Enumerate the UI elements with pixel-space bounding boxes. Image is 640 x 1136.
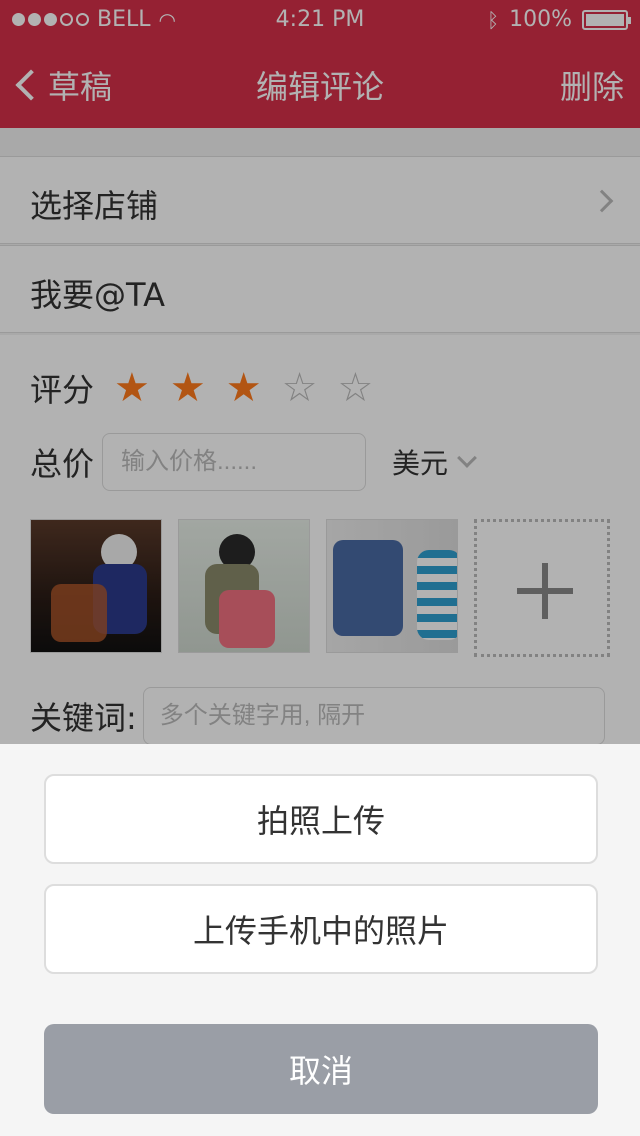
delete-button[interactable]: 删除 — [560, 62, 624, 108]
keywords-row: 关键词: — [30, 687, 605, 745]
page-title: 编辑评论 — [255, 68, 384, 106]
star-icon-1[interactable]: ★ — [114, 368, 150, 408]
upload-photo-button[interactable]: 上传手机中的照片 — [44, 884, 598, 974]
keywords-input[interactable] — [142, 687, 605, 745]
mention-label: 我要@TA — [30, 276, 165, 314]
star-icon-5[interactable]: ☆ — [337, 368, 373, 408]
mention-row[interactable]: 我要@TA — [0, 245, 640, 333]
chevron-right-icon — [590, 189, 614, 213]
select-store-label: 选择店铺 — [30, 187, 159, 225]
price-row: 总价 美元 — [30, 433, 477, 491]
price-label: 总价 — [30, 445, 95, 483]
battery-icon — [582, 9, 631, 30]
keywords-label: 关键词: — [30, 699, 137, 737]
price-input[interactable] — [102, 433, 367, 491]
cancel-button[interactable]: 取消 — [44, 1024, 598, 1114]
bluetooth-icon: ᛒ — [487, 7, 500, 32]
battery-percentage: 100% — [509, 7, 572, 32]
status-bar: BELL ◠ 4:21 PM ᛒ 100% — [0, 0, 640, 40]
star-icon-3[interactable]: ★ — [226, 368, 262, 408]
action-sheet: 拍照上传 上传手机中的照片 取消 — [0, 744, 640, 1136]
review-details-panel: 评分 ★ ★ ★ ☆ ☆ 总价 美元 — [0, 335, 640, 755]
take-photo-button[interactable]: 拍照上传 — [44, 774, 598, 864]
star-icon-4[interactable]: ☆ — [282, 368, 318, 408]
rating-label: 评分 — [30, 371, 95, 409]
chevron-down-icon — [457, 448, 477, 468]
navigation-bar: 草稿 编辑评论 删除 — [0, 40, 640, 128]
photo-thumbnail-3[interactable] — [326, 519, 458, 653]
photo-thumbnail-2[interactable] — [178, 519, 310, 653]
star-icon-2[interactable]: ★ — [170, 368, 206, 408]
photo-thumbnail-1[interactable] — [30, 519, 162, 653]
currency-value: 美元 — [392, 447, 449, 480]
currency-select[interactable]: 美元 — [392, 442, 477, 482]
rating-row: 评分 ★ ★ ★ ☆ ☆ — [30, 365, 373, 411]
status-right: ᛒ 100% — [487, 7, 631, 32]
photo-strip — [30, 519, 610, 657]
select-store-row[interactable]: 选择店铺 — [0, 156, 640, 244]
add-photo-button[interactable] — [474, 519, 610, 657]
